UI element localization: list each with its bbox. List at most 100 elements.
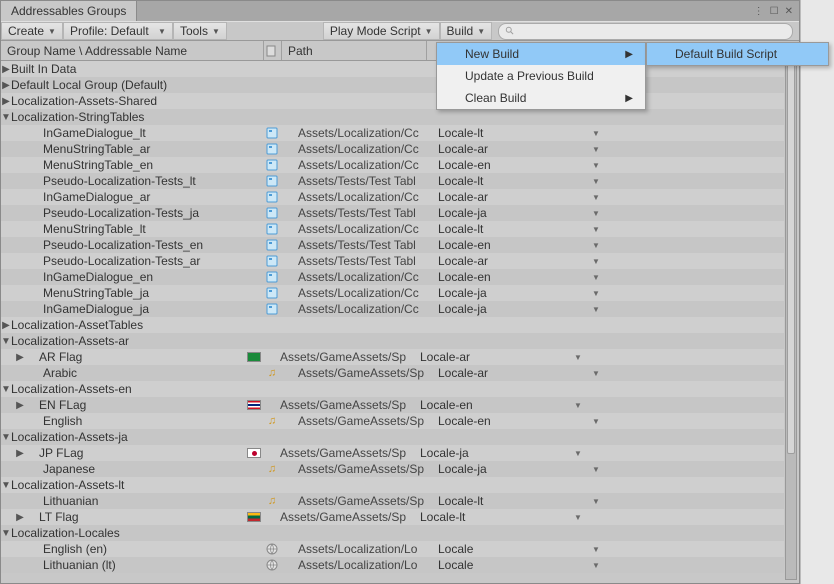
asset-row[interactable]: ▶EN FLagAssets/GameAssets/SpLocale-en▼ — [1, 397, 784, 413]
asset-labels[interactable]: Locale-ar — [434, 254, 589, 268]
build-button[interactable]: Build▼ — [440, 22, 493, 40]
label-dropdown-icon[interactable]: ▼ — [589, 129, 603, 138]
expand-toggle[interactable]: ▼ — [1, 480, 11, 491]
asset-row[interactable]: ▶LT FlagAssets/GameAssets/SpLocale-lt▼ — [1, 509, 784, 525]
asset-labels[interactable]: Locale-lt — [434, 126, 589, 140]
label-dropdown-icon[interactable]: ▼ — [589, 161, 603, 170]
close-icon[interactable]: ✕ — [785, 6, 793, 17]
asset-labels[interactable]: Locale-en — [434, 414, 589, 428]
tree-viewport[interactable]: ▶Built In Data▶Default Local Group (Defa… — [1, 61, 784, 581]
asset-row[interactable]: English♫Assets/GameAssets/SpLocale-en▼ — [1, 413, 784, 429]
expand-toggle[interactable]: ▶ — [15, 400, 25, 411]
label-dropdown-icon[interactable]: ▼ — [571, 353, 585, 362]
label-dropdown-icon[interactable]: ▼ — [589, 225, 603, 234]
popout-icon[interactable]: ☐ — [770, 6, 779, 17]
group-row[interactable]: ▼Localization-Assets-lt — [1, 477, 784, 493]
expand-toggle[interactable]: ▼ — [1, 336, 11, 347]
menu-default-build-script[interactable]: Default Build Script — [647, 43, 828, 65]
asset-labels[interactable]: Locale-ja — [434, 302, 589, 316]
group-row[interactable]: ▼Localization-Locales — [1, 525, 784, 541]
asset-row[interactable]: InGameDialogue_arAssets/Localization/CcL… — [1, 189, 784, 205]
profile-dropdown[interactable]: Profile: Default▼ — [63, 22, 173, 40]
asset-row[interactable]: Pseudo-Localization-Tests_enAssets/Tests… — [1, 237, 784, 253]
asset-row[interactable]: Lithuanian (lt)Assets/Localization/LoLoc… — [1, 557, 784, 573]
expand-toggle[interactable]: ▼ — [1, 432, 11, 443]
expand-toggle[interactable]: ▼ — [1, 112, 11, 123]
asset-row[interactable]: MenuStringTable_enAssets/Localization/Cc… — [1, 157, 784, 173]
asset-labels[interactable]: Locale-ja — [434, 206, 589, 220]
asset-labels[interactable]: Locale-ar — [434, 190, 589, 204]
expand-toggle[interactable]: ▶ — [15, 352, 25, 363]
menu-icon[interactable]: ⋮ — [754, 6, 764, 17]
group-row[interactable]: ▼Localization-Assets-ar — [1, 333, 784, 349]
asset-row[interactable]: InGameDialogue_enAssets/Localization/CcL… — [1, 269, 784, 285]
group-row[interactable]: ▼Localization-StringTables — [1, 109, 784, 125]
label-dropdown-icon[interactable]: ▼ — [589, 545, 603, 554]
menu-update-previous[interactable]: Update a Previous Build — [437, 65, 645, 87]
expand-toggle[interactable]: ▶ — [1, 80, 11, 91]
label-dropdown-icon[interactable]: ▼ — [589, 209, 603, 218]
asset-row[interactable]: Pseudo-Localization-Tests_ltAssets/Tests… — [1, 173, 784, 189]
label-dropdown-icon[interactable]: ▼ — [571, 513, 585, 522]
label-dropdown-icon[interactable]: ▼ — [589, 145, 603, 154]
search-input[interactable] — [498, 23, 793, 40]
asset-row[interactable]: Lithuanian♫Assets/GameAssets/SpLocale-lt… — [1, 493, 784, 509]
asset-row[interactable]: MenuStringTable_jaAssets/Localization/Cc… — [1, 285, 784, 301]
asset-labels[interactable]: Locale-ja — [434, 462, 589, 476]
label-dropdown-icon[interactable]: ▼ — [589, 305, 603, 314]
label-dropdown-icon[interactable]: ▼ — [571, 449, 585, 458]
label-dropdown-icon[interactable]: ▼ — [589, 273, 603, 282]
asset-row[interactable]: Japanese♫Assets/GameAssets/SpLocale-ja▼ — [1, 461, 784, 477]
asset-labels[interactable]: Locale-ja — [434, 286, 589, 300]
asset-labels[interactable]: Locale-lt — [434, 494, 589, 508]
expand-toggle[interactable]: ▶ — [15, 448, 25, 459]
asset-labels[interactable]: Locale-en — [434, 270, 589, 284]
label-dropdown-icon[interactable]: ▼ — [589, 257, 603, 266]
group-row[interactable]: ▶Localization-Assets-Shared — [1, 93, 784, 109]
expand-toggle[interactable]: ▼ — [1, 384, 11, 395]
asset-row[interactable]: Arabic♫Assets/GameAssets/SpLocale-ar▼ — [1, 365, 784, 381]
expand-toggle[interactable]: ▶ — [15, 512, 25, 523]
expand-toggle[interactable]: ▶ — [1, 64, 11, 75]
asset-row[interactable]: Pseudo-Localization-Tests_jaAssets/Tests… — [1, 205, 784, 221]
asset-labels[interactable]: Locale-lt — [434, 222, 589, 236]
asset-row[interactable]: ▶JP FLagAssets/GameAssets/SpLocale-ja▼ — [1, 445, 784, 461]
asset-labels[interactable]: Locale-ja — [416, 446, 571, 460]
header-type[interactable] — [264, 41, 282, 60]
menu-clean-build[interactable]: Clean Build▶ — [437, 87, 645, 109]
asset-row[interactable]: ▶AR FlagAssets/GameAssets/SpLocale-ar▼ — [1, 349, 784, 365]
label-dropdown-icon[interactable]: ▼ — [589, 417, 603, 426]
asset-row[interactable]: English (en)Assets/Localization/LoLocale… — [1, 541, 784, 557]
asset-row[interactable]: InGameDialogue_ltAssets/Localization/CcL… — [1, 125, 784, 141]
label-dropdown-icon[interactable]: ▼ — [589, 497, 603, 506]
asset-labels[interactable]: Locale — [434, 542, 589, 556]
asset-labels[interactable]: Locale-ar — [434, 366, 589, 380]
asset-labels[interactable]: Locale-ar — [416, 350, 571, 364]
asset-labels[interactable]: Locale-en — [434, 238, 589, 252]
tools-button[interactable]: Tools▼ — [173, 22, 227, 40]
group-row[interactable]: ▼Localization-Assets-ja — [1, 429, 784, 445]
label-dropdown-icon[interactable]: ▼ — [589, 289, 603, 298]
create-button[interactable]: Create▼ — [1, 22, 63, 40]
menu-new-build[interactable]: New Build▶ — [437, 43, 645, 65]
header-path[interactable]: Path — [282, 41, 427, 60]
asset-labels[interactable]: Locale-lt — [416, 510, 571, 524]
asset-labels[interactable]: Locale-en — [416, 398, 571, 412]
asset-row[interactable]: InGameDialogue_jaAssets/Localization/CcL… — [1, 301, 784, 317]
expand-toggle[interactable]: ▶ — [1, 320, 11, 331]
asset-labels[interactable]: Locale-lt — [434, 174, 589, 188]
play-mode-button[interactable]: Play Mode Script▼ — [323, 22, 440, 40]
asset-labels[interactable]: Locale — [434, 558, 589, 572]
label-dropdown-icon[interactable]: ▼ — [589, 369, 603, 378]
label-dropdown-icon[interactable]: ▼ — [589, 465, 603, 474]
label-dropdown-icon[interactable]: ▼ — [589, 561, 603, 570]
label-dropdown-icon[interactable]: ▼ — [589, 241, 603, 250]
scrollbar-thumb[interactable] — [787, 64, 795, 454]
group-row[interactable]: ▼Localization-Assets-en — [1, 381, 784, 397]
expand-toggle[interactable]: ▶ — [1, 96, 11, 107]
header-name[interactable]: Group Name \ Addressable Name — [1, 41, 264, 60]
scrollbar[interactable] — [785, 62, 797, 580]
asset-row[interactable]: MenuStringTable_arAssets/Localization/Cc… — [1, 141, 784, 157]
group-row[interactable]: ▶Default Local Group (Default) — [1, 77, 784, 93]
asset-row[interactable]: Pseudo-Localization-Tests_arAssets/Tests… — [1, 253, 784, 269]
